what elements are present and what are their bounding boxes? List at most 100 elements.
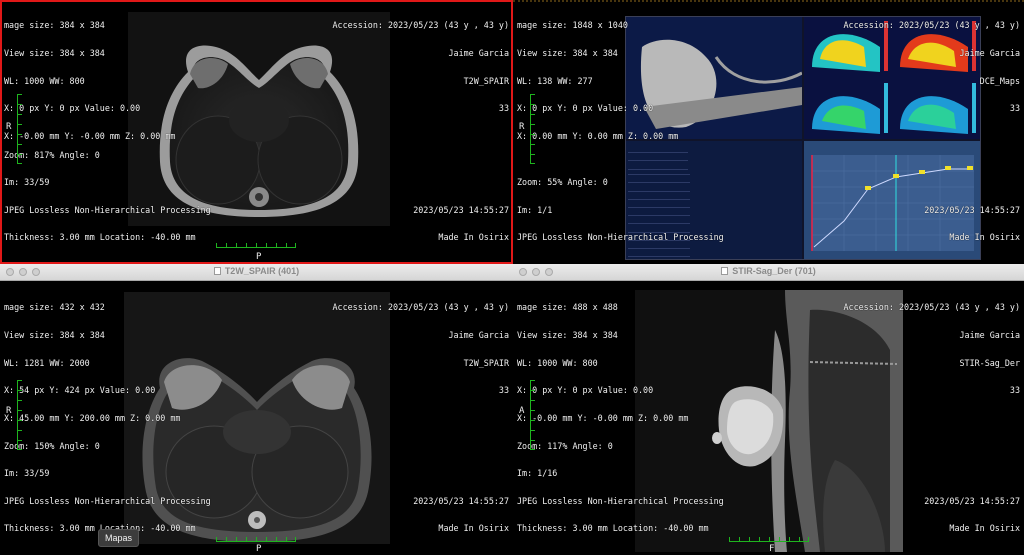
selection-dotted-edge: [0, 0, 513, 2]
overlay-line: Jaime Garcia: [959, 48, 1020, 59]
overlay-line: WL: 1000 WW: 800: [517, 357, 598, 368]
overlay-line: STIR-Sag_Der: [959, 357, 1020, 368]
window-titlebar-right[interactable]: STIR-Sag_Der (701): [513, 264, 1024, 281]
window-title-text: STIR-Sag_Der (701): [732, 266, 816, 276]
orientation-left: R: [6, 122, 12, 132]
overlay-line: WL: 138 WW: 277: [517, 75, 593, 86]
vertical-scale-bar: [17, 94, 22, 164]
overlay-line: 2023/05/23 14:55:27: [924, 204, 1020, 215]
overlay-line: mage size: 488 x 488: [517, 302, 618, 313]
overlay-top-right: Accession: 2023/05/23 (43 y , 43 y) Jaim…: [844, 3, 1020, 132]
vertical-scale-bar: [17, 380, 22, 450]
window-titlebar-left[interactable]: T2W_SPAIR (401): [0, 264, 513, 281]
overlay-line: Thickness: 3.00 mm Location: -40.00 mm: [4, 232, 196, 243]
orientation-bottom: P: [256, 252, 262, 262]
overlay-bottom-right: 2023/05/23 14:55:27 Made In Osirix: [413, 187, 509, 261]
overlay-line: 2023/05/23 14:55:27: [413, 495, 509, 506]
overlay-line: View size: 384 x 384: [517, 330, 618, 341]
orientation-left: R: [6, 406, 12, 416]
overlay-line: T2W_SPAIR: [463, 357, 509, 368]
overlay-bottom-right: 2023/05/23 14:55:27 Made In Osirix: [924, 187, 1020, 261]
overlay-line: Jaime Garcia: [448, 330, 509, 341]
overlay-line: Im: 1/16: [517, 468, 558, 479]
overlay-line: Made In Osirix: [438, 232, 509, 243]
overlay-line: Im: 1/1: [517, 204, 553, 215]
overlay-top-right: Accession: 2023/05/23 (43 y , 43 y) Jaim…: [844, 285, 1020, 414]
overlay-line: 33: [498, 103, 509, 114]
vertical-scale-bar: [530, 94, 535, 164]
overlay-line: mage size: 1848 x 1040: [517, 20, 628, 31]
orientation-bottom: P: [256, 544, 262, 554]
overlay-line: 33: [1009, 385, 1020, 396]
overlay-line: 33: [1009, 103, 1020, 114]
overlay-line: 33: [498, 385, 509, 396]
mapas-tooltip: Mapas: [98, 529, 140, 547]
overlay-line: X: 0 px Y: 0 px Value: 0.00: [517, 103, 654, 114]
overlay-line: View size: 384 x 384: [517, 48, 618, 59]
overlay-line: Made In Osirix: [949, 523, 1020, 534]
overlay-line: JPEG Lossless Non-Hierarchical Processin…: [4, 495, 211, 506]
orientation-bottom: F: [769, 544, 775, 554]
document-icon: [213, 267, 221, 275]
overlay-bottom-left: Zoom: 117% Angle: 0 Im: 1/16 JPEG Lossle…: [517, 423, 724, 552]
overlay-line: mage size: 384 x 384: [4, 20, 105, 31]
overlay-line: X: 45.00 mm Y: 200.00 mm Z: 0.00 mm: [4, 412, 181, 423]
viewer-dce-maps[interactable]: mage size: 1848 x 1040 View size: 384 x …: [513, 0, 1024, 264]
overlay-line: X: -0.00 mm Y: -0.00 mm Z: 0.00 mm: [517, 412, 689, 423]
dotted-edge: [513, 0, 1024, 2]
orientation-left: A: [519, 406, 525, 416]
horizontal-scale-bar: [216, 537, 296, 542]
overlay-line: Im: 33/59: [4, 177, 50, 188]
overlay-top-left: mage size: 1848 x 1040 View size: 384 x …: [517, 3, 678, 159]
orientation-left: R: [519, 122, 525, 132]
overlay-line: View size: 384 x 384: [4, 330, 105, 341]
viewer-axial-t2-bottom[interactable]: mage size: 432 x 432 View size: 384 x 38…: [0, 282, 513, 555]
overlay-line: mage size: 432 x 432: [4, 302, 105, 313]
overlay-line: Made In Osirix: [949, 232, 1020, 243]
viewer-sagittal-stir[interactable]: mage size: 488 x 488 View size: 384 x 38…: [513, 282, 1024, 555]
overlay-line: Im: 33/59: [4, 468, 50, 479]
overlay-line: DCE_Maps: [979, 75, 1020, 86]
window-title: STIR-Sag_Der (701): [513, 266, 1024, 276]
overlay-line: JPEG Lossless Non-Hierarchical Processin…: [517, 232, 724, 243]
viewer-axial-t2-top[interactable]: mage size: 384 x 384 View size: 384 x 38…: [0, 0, 513, 264]
overlay-line: Jaime Garcia: [448, 48, 509, 59]
overlay-line: 2023/05/23 14:55:27: [413, 204, 509, 215]
overlay-line: View size: 384 x 384: [4, 48, 105, 59]
overlay-line: Zoom: 150% Angle: 0: [4, 440, 100, 451]
overlay-line: Jaime Garcia: [959, 330, 1020, 341]
overlay-top-right: Accession: 2023/05/23 (43 y , 43 y) Jaim…: [333, 285, 509, 414]
overlay-line: Zoom: 817% Angle: 0: [4, 149, 100, 160]
overlay-line: Accession: 2023/05/23 (43 y , 43 y): [332, 302, 509, 313]
overlay-line: Made In Osirix: [438, 523, 509, 534]
overlay-line: Zoom: 55% Angle: 0: [517, 177, 608, 188]
overlay-line: Accession: 2023/05/23 (43 y , 43 y): [843, 20, 1020, 31]
overlay-line: Thickness: 3.00 mm Location: -40.00 mm: [517, 523, 709, 534]
vertical-scale-bar: [530, 380, 535, 450]
overlay-line: WL: 1000 WW: 800: [4, 75, 85, 86]
overlay-line: WL: 1281 WW: 2000: [4, 357, 90, 368]
overlay-bottom-right: 2023/05/23 14:55:27 Made In Osirix: [413, 478, 509, 552]
overlay-bottom-left: Zoom: 55% Angle: 0 Im: 1/1 JPEG Lossless…: [517, 160, 724, 261]
horizontal-scale-bar: [729, 537, 809, 542]
overlay-line: X: 54 px Y: 424 px Value: 0.00: [4, 385, 156, 396]
overlay-bottom-right: 2023/05/23 14:55:27 Made In Osirix: [924, 478, 1020, 552]
overlay-line: X: 0 px Y: 0 px Value: 0.00: [4, 103, 141, 114]
overlay-top-left: mage size: 488 x 488 View size: 384 x 38…: [517, 285, 688, 441]
overlay-line: JPEG Lossless Non-Hierarchical Processin…: [4, 204, 211, 215]
overlay-line: Accession: 2023/05/23 (43 y , 43 y): [843, 302, 1020, 313]
window-title-text: T2W_SPAIR (401): [224, 266, 300, 276]
overlay-line: T2W_SPAIR: [463, 75, 509, 86]
overlay-line: JPEG Lossless Non-Hierarchical Processin…: [517, 495, 724, 506]
horizontal-scale-bar: [216, 243, 296, 248]
overlay-line: 2023/05/23 14:55:27: [924, 495, 1020, 506]
overlay-top-left: mage size: 432 x 432 View size: 384 x 38…: [4, 285, 180, 441]
overlay-line: X: 0.00 mm Y: 0.00 mm Z: 0.00 mm: [517, 130, 679, 141]
window-title: T2W_SPAIR (401): [0, 266, 513, 276]
overlay-bottom-left: Zoom: 817% Angle: 0 Im: 33/59 JPEG Lossl…: [4, 132, 211, 261]
document-icon: [721, 267, 729, 275]
overlay-line: Zoom: 117% Angle: 0: [517, 440, 613, 451]
overlay-top-right: Accession: 2023/05/23 (43 y , 43 y) Jaim…: [333, 3, 509, 132]
overlay-line: X: 0 px Y: 0 px Value: 0.00: [517, 385, 654, 396]
overlay-line: Accession: 2023/05/23 (43 y , 43 y): [332, 20, 509, 31]
